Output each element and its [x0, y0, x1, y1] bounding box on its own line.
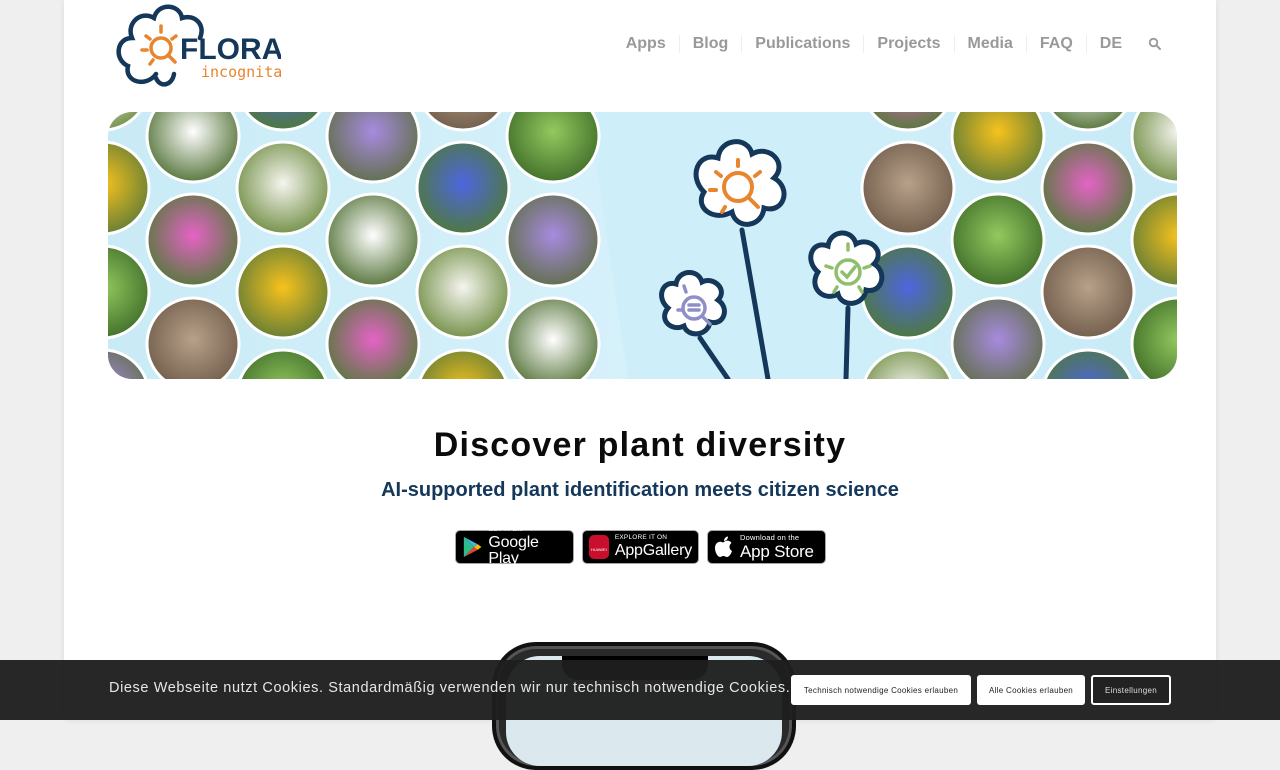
google-play-icon: [463, 536, 482, 558]
plant-photo-circle: [418, 348, 508, 379]
plant-photo-circle: [505, 112, 601, 184]
plant-photo-circle: [1043, 348, 1133, 379]
plant-photo-circle: [1130, 112, 1177, 184]
plant-photo-circle: [108, 348, 148, 379]
nav-item-language-de[interactable]: DE: [1085, 35, 1135, 53]
plant-photo-circle: [235, 140, 331, 236]
plant-photo-circle: [108, 244, 151, 340]
badge-big-text: Google Play: [488, 533, 539, 567]
cookie-message: Diese Webseite nutzt Cookies. Standardmä…: [109, 680, 791, 696]
nav-item-projects[interactable]: Projects: [863, 35, 953, 53]
search-icon: [1148, 37, 1161, 50]
huawei-icon: HUAWEI: [589, 535, 609, 559]
search-button[interactable]: [1135, 37, 1162, 51]
plant-photo-circle: [860, 140, 956, 236]
plant-photo-circle: [1049, 112, 1127, 132]
plant-photo-circle: [505, 192, 601, 288]
plant-photo-circle: [950, 296, 1046, 379]
nav-item-media[interactable]: Media: [953, 35, 1026, 53]
plant-photo-circle: [1130, 296, 1177, 379]
badge-small-text: Download on the: [740, 533, 800, 543]
plant-photo-circle: [950, 112, 1046, 184]
nav-item-blog[interactable]: Blog: [678, 35, 742, 53]
badge-small-text: EXPLORE IT ON: [614, 534, 668, 542]
allow-all-cookies-button[interactable]: Alle Cookies erlauben: [977, 675, 1085, 705]
nav-item-faq[interactable]: FAQ: [1025, 35, 1086, 53]
plant-photo-circle: [1130, 192, 1177, 288]
logo-flower-icon: FLORA incognita: [116, 4, 283, 87]
badge-big-text: AppGallery: [614, 541, 692, 559]
hero-banner-image: [108, 112, 1177, 379]
page-subtitle: AI-supported plant identification meets …: [381, 479, 899, 501]
plant-photo-circle: [235, 244, 331, 340]
banner-illustration: [108, 112, 1177, 379]
plant-photo-circle: [950, 192, 1046, 288]
plant-photo-circle: [238, 348, 328, 379]
apple-icon: [715, 536, 732, 557]
cookie-consent-bar: Diese Webseite nutzt Cookies. Standardmä…: [0, 660, 1280, 720]
plant-photo-circle: [145, 192, 241, 288]
app-store-badges: GET IT ON Google Play HUAWEI EXPLORE IT …: [455, 526, 826, 567]
plant-photo-circle: [325, 296, 421, 379]
flora-incognita-logo[interactable]: FLORA incognita: [116, 2, 283, 90]
allow-necessary-cookies-button[interactable]: Technisch notwendige Cookies erlauben: [791, 675, 971, 705]
plant-photo-circle: [325, 192, 421, 288]
plant-photo-circle: [415, 244, 511, 340]
plant-photo-circle: [415, 140, 511, 236]
page-container: FLORA incognita Apps Blog Publications P…: [64, 0, 1216, 770]
plant-photo-circle: [424, 112, 502, 132]
svg-text:incognita: incognita: [201, 63, 281, 81]
plant-photo-circle: [145, 112, 241, 184]
page-title: Discover plant diversity: [433, 426, 847, 464]
nav-item-publications[interactable]: Publications: [741, 35, 863, 53]
badge-big-text: App Store: [740, 541, 814, 561]
plant-photo-circle: [1040, 140, 1136, 236]
nav-item-apps[interactable]: Apps: [613, 35, 679, 53]
plant-photo-circle: [145, 296, 241, 379]
plant-photo-circle: [325, 112, 421, 184]
svg-text:FLORA: FLORA: [180, 33, 281, 66]
plant-photo-circle: [108, 112, 142, 132]
plant-photo-circle: [1040, 244, 1136, 340]
badge-small-text: GET IT ON: [488, 526, 523, 534]
plant-photo-circle: [108, 140, 151, 236]
appgallery-badge[interactable]: HUAWEI EXPLORE IT ON AppGallery: [582, 530, 699, 564]
plant-photo-circle: [505, 296, 601, 379]
cookie-settings-button[interactable]: Einstellungen: [1091, 675, 1171, 705]
google-play-badge[interactable]: GET IT ON Google Play: [455, 526, 574, 567]
plant-photo-circle: [244, 112, 322, 132]
app-store-badge[interactable]: Download on the App Store: [707, 530, 826, 564]
main-nav: Apps Blog Publications Projects Media FA…: [613, 22, 1162, 66]
